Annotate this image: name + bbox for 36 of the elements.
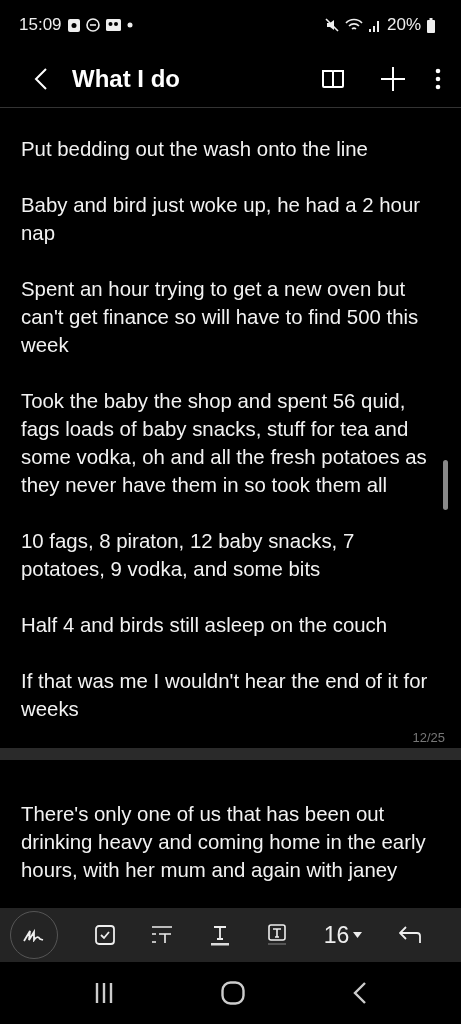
dot-icon: [126, 22, 133, 28]
checkbox-button[interactable]: [94, 925, 115, 945]
note-title: What I do: [72, 64, 181, 93]
back-button[interactable]: [353, 982, 368, 1004]
page-number: 12/25: [412, 730, 445, 745]
voicemail-icon: [105, 19, 121, 31]
note-paragraph: If that was me I wouldn't hear the end of it for weeks: [21, 669, 429, 722]
book-view-button[interactable]: [321, 68, 345, 89]
do-not-disturb-icon: [85, 18, 100, 32]
more-options-button[interactable]: [435, 67, 441, 90]
notification-icon: [67, 18, 80, 32]
font-size-dropdown[interactable]: 16: [323, 921, 363, 949]
mute-icon: [324, 18, 339, 32]
paragraph-style-button[interactable]: [151, 925, 174, 945]
note-paragraph: There's only one of us that has been out drinking heavy and coming home in the early hours, with her mum and again with janey: [21, 802, 427, 883]
dropdown-caret-icon: [353, 932, 363, 938]
wifi-icon: [344, 18, 363, 32]
clock-time: 15:09: [19, 15, 62, 35]
home-button[interactable]: [221, 981, 246, 1005]
text-highlight-button[interactable]: [266, 924, 287, 946]
note-paragraph: Baby and bird just woke up, he had a 2 hour nap: [21, 193, 422, 246]
battery-percentage: 20%: [386, 15, 421, 35]
signal-icon: [368, 18, 381, 32]
note-paragraph: Took the baby the shop and spent 56 quid, fags loads of baby snacks, stuff for tea and some vodka, oh and all the fresh potatoes as they never have them in so took them all: [21, 389, 428, 498]
pen-icon: [23, 928, 45, 942]
scrollbar-thumb[interactable]: [443, 460, 448, 510]
note-paragraph: Put bedding out the wash onto the line: [21, 137, 369, 162]
note-paragraph: 10 fags, 8 piraton, 12 baby snacks, 7 potatoes, 9 vodka, and some bits: [21, 529, 356, 582]
add-button[interactable]: [381, 66, 405, 91]
battery-icon: [427, 17, 435, 33]
back-button[interactable]: [34, 66, 48, 91]
note-paragraph: Spent an hour trying to get a new oven but can't get finance so will have to find 500 this week: [21, 277, 420, 358]
note-paragraph: Half 4 and birds still asleep on the couch: [21, 613, 389, 638]
recent-apps-button[interactable]: [93, 983, 114, 1003]
undo-button[interactable]: [399, 926, 421, 944]
text-color-button[interactable]: [210, 924, 231, 946]
